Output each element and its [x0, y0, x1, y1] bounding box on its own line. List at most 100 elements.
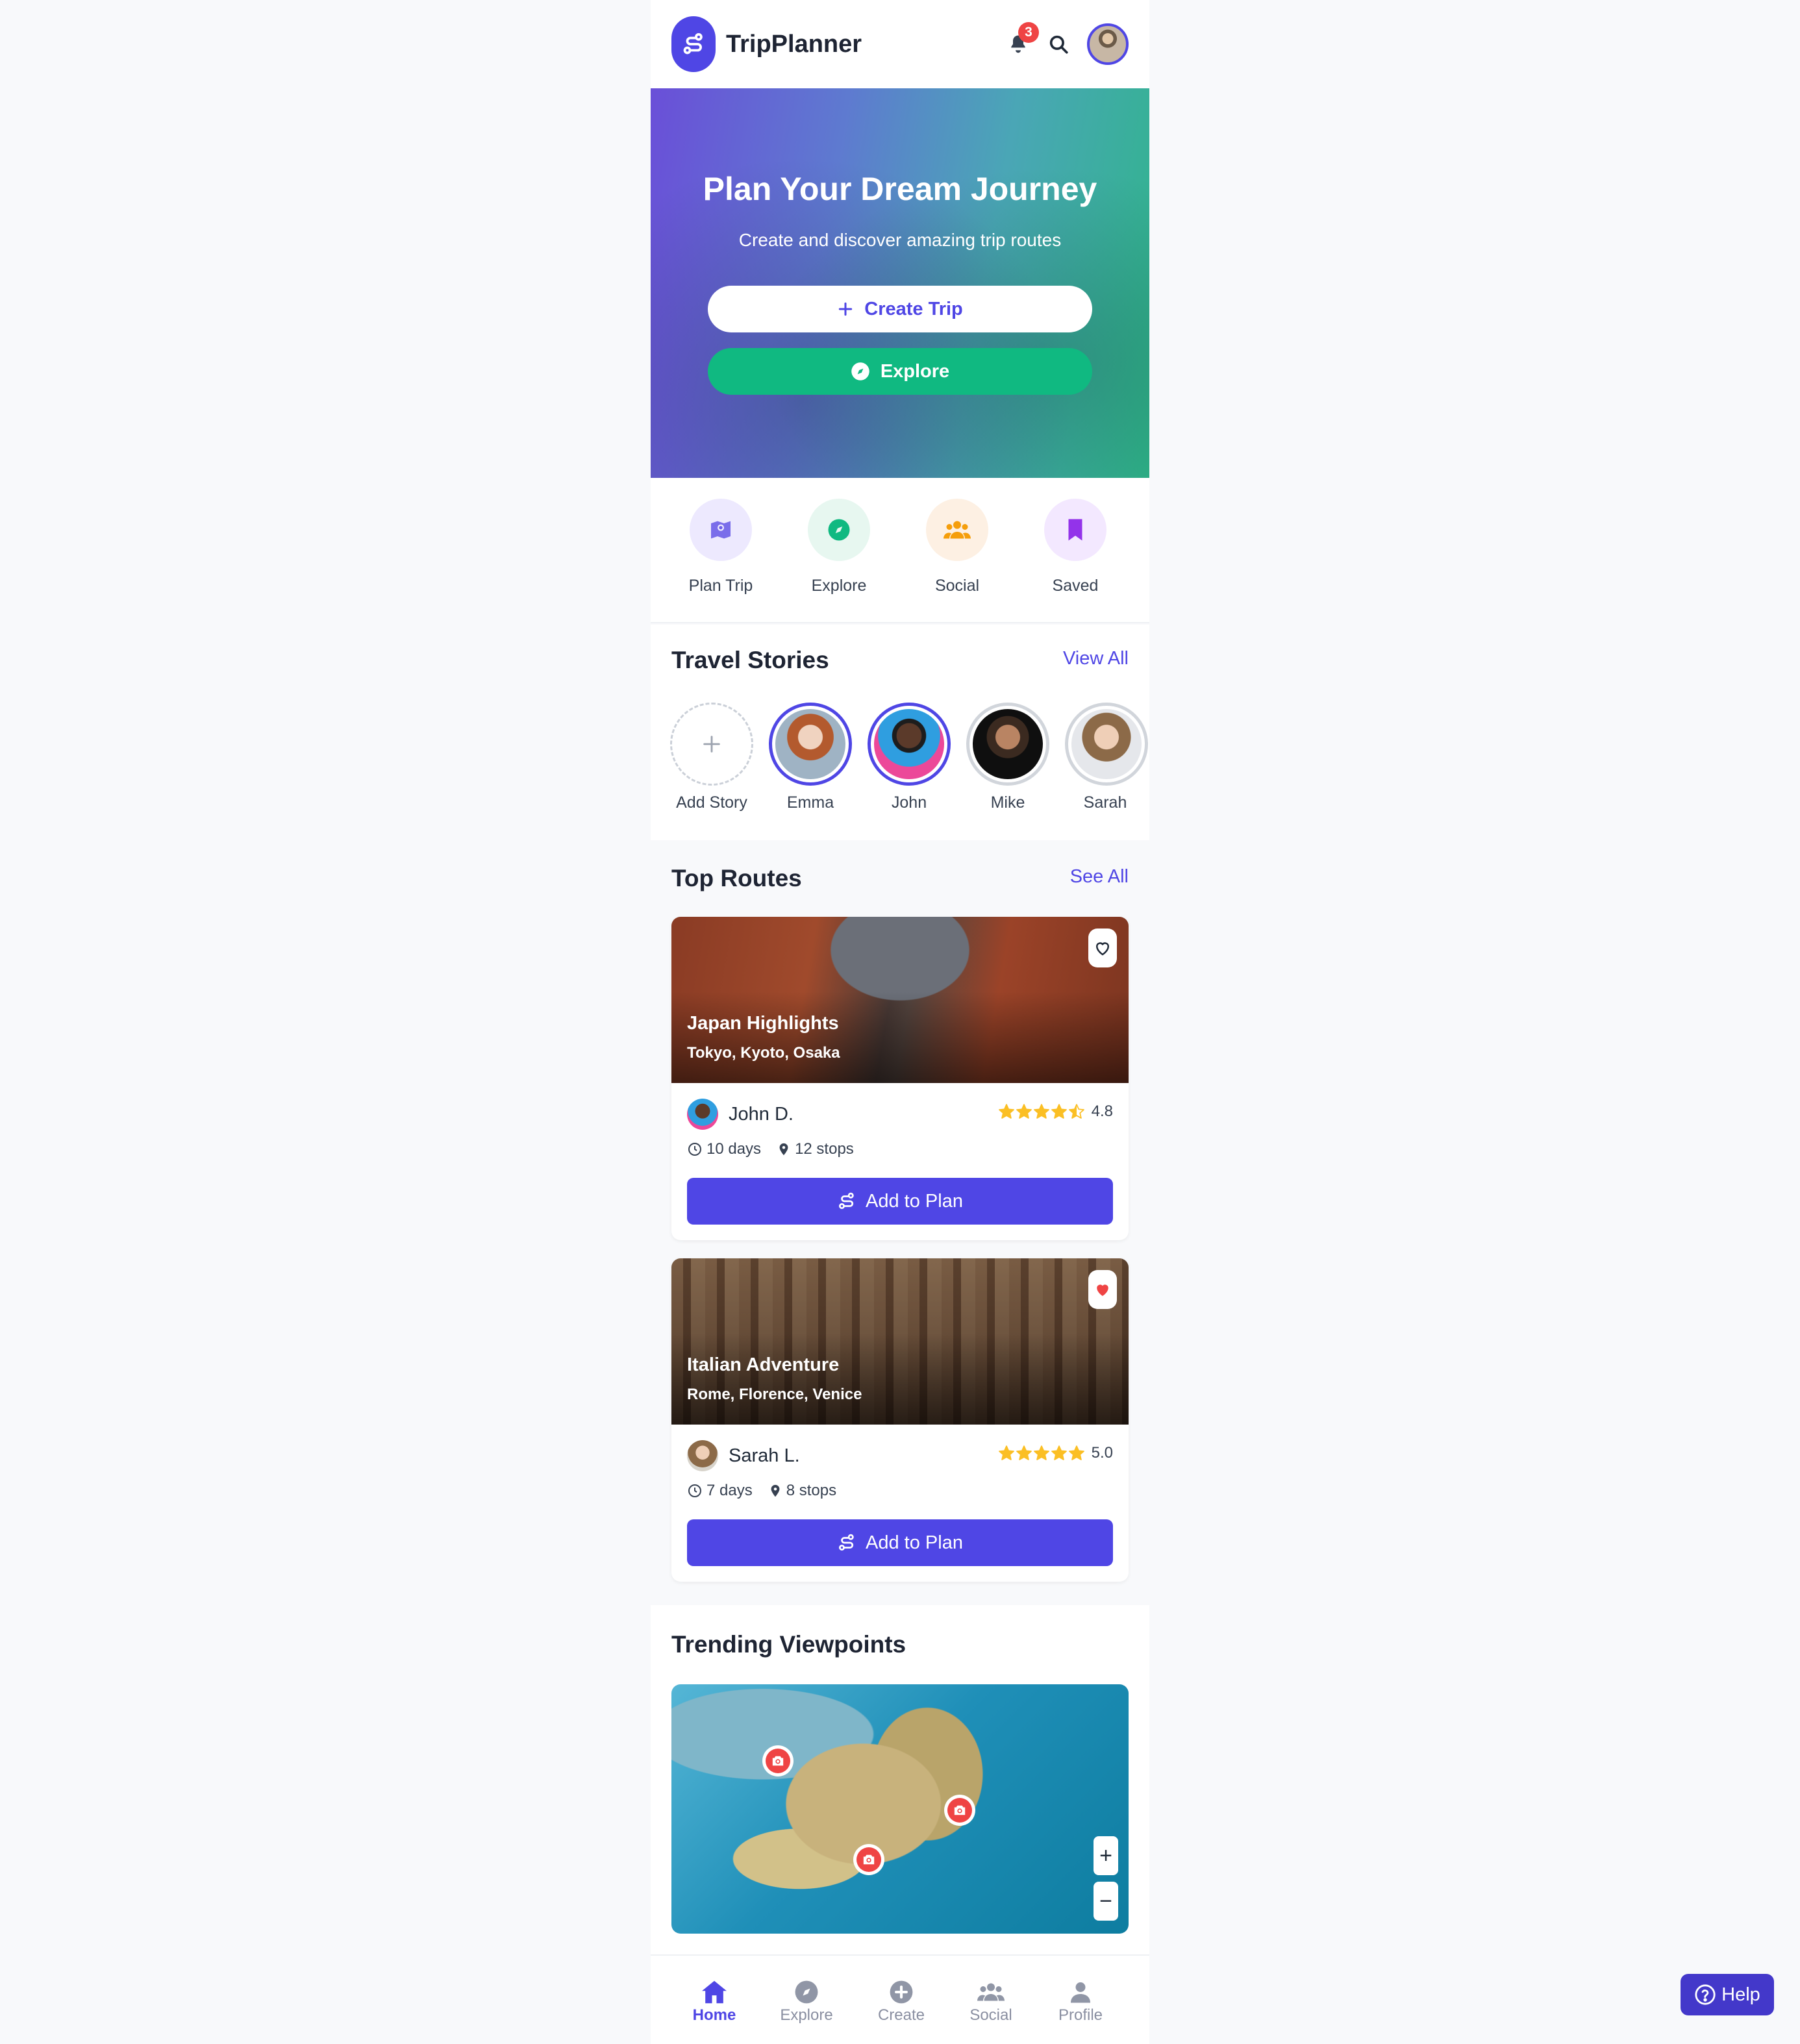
viewpoints-map[interactable]: + − — [671, 1684, 1129, 1934]
stops-text: 8 stops — [786, 1482, 837, 1499]
route-meta: 7 days 8 stops — [687, 1482, 852, 1500]
star-icon — [998, 1445, 1014, 1460]
viewpoint-pin[interactable] — [853, 1844, 884, 1875]
add-to-plan-button[interactable]: Add to Plan — [687, 1178, 1113, 1225]
star-icon — [1016, 1445, 1032, 1460]
quick-action-plan-trip[interactable]: Plan Trip — [669, 499, 773, 595]
author-avatar — [687, 1099, 718, 1130]
app-screen: TripPlanner 3 Plan Your Dream Journey Cr… — [651, 0, 1149, 2044]
help-icon — [1695, 1984, 1716, 2005]
plus-icon — [670, 703, 753, 786]
star-icon — [1068, 1445, 1084, 1460]
nav-profile[interactable]: Profile — [1042, 1978, 1119, 2025]
help-button[interactable]: Help — [1681, 1974, 1774, 2015]
star-icon — [1051, 1445, 1067, 1460]
add-to-plan-label: Add to Plan — [866, 1190, 963, 1212]
route-title: Japan Highlights — [687, 1013, 839, 1034]
nav-label: Explore — [780, 2006, 833, 2024]
story-item[interactable]: Sarah — [1061, 703, 1149, 812]
home-icon — [675, 1978, 753, 2006]
viewpoint-pin[interactable] — [944, 1795, 975, 1826]
author-avatar — [687, 1440, 718, 1471]
quick-action-social[interactable]: Social — [905, 499, 1009, 595]
duration-text: 10 days — [706, 1140, 762, 1158]
route-meta: 10 days 12 stops — [687, 1140, 869, 1158]
zoom-out-button[interactable]: − — [1094, 1882, 1118, 1921]
story-name: Mike — [990, 793, 1025, 812]
search-button[interactable] — [1044, 30, 1073, 58]
nav-social[interactable]: Social — [952, 1978, 1030, 2025]
view-all-link[interactable]: View All — [1063, 648, 1129, 669]
route-card[interactable]: Japan Highlights Tokyo, Kyoto, Osaka Joh… — [671, 917, 1129, 1240]
route-places: Rome, Florence, Venice — [687, 1386, 862, 1403]
app-title: TripPlanner — [726, 30, 862, 58]
route-title: Italian Adventure — [687, 1354, 840, 1375]
camera-icon — [856, 1847, 881, 1872]
author-name: Sarah L. — [729, 1445, 800, 1466]
header-actions: 3 — [1004, 22, 1129, 65]
story-name: Emma — [786, 793, 834, 812]
compass-icon — [851, 362, 870, 381]
plus-icon — [837, 301, 854, 318]
route-rating: 4.8 — [997, 1103, 1113, 1121]
quick-action-label: Explore — [811, 577, 867, 595]
zoom-in-button[interactable]: + — [1094, 1836, 1118, 1875]
route-author: John D. — [687, 1099, 794, 1130]
story-name: John — [891, 793, 927, 812]
story-item[interactable]: John — [864, 703, 955, 812]
story-item[interactable]: Mike — [962, 703, 1053, 812]
route-rating: 5.0 — [997, 1444, 1113, 1462]
compass-icon — [768, 1978, 845, 2006]
location-pin-icon — [771, 1484, 780, 1497]
add-to-plan-label: Add to Plan — [866, 1532, 963, 1553]
hero-subtitle: Create and discover amazing trip routes — [738, 230, 1062, 250]
user-icon — [1042, 1978, 1119, 2006]
nav-label: Social — [969, 2006, 1012, 2024]
nav-create[interactable]: Create — [862, 1978, 940, 2025]
users-icon — [952, 1978, 1030, 2006]
create-trip-label: Create Trip — [864, 298, 963, 319]
rating-value: 4.8 — [1091, 1103, 1113, 1120]
quick-actions: Plan Trip Explore Social Saved — [651, 478, 1149, 623]
plus-circle-icon — [862, 1978, 940, 2006]
bookmark-icon — [1044, 499, 1106, 561]
stops: 12 stops — [777, 1140, 854, 1158]
explore-button[interactable]: Explore — [708, 348, 1092, 395]
story-avatar — [772, 706, 849, 782]
clock-icon — [688, 1484, 701, 1497]
trending-viewpoints-section: Trending Viewpoints + − — [651, 1605, 1149, 1956]
story-name: Sarah — [1083, 793, 1127, 812]
see-all-link[interactable]: See All — [1070, 866, 1129, 888]
heart-filled-icon — [1097, 1284, 1108, 1296]
nav-explore[interactable]: Explore — [768, 1978, 845, 2025]
star-icon — [1051, 1104, 1067, 1119]
story-add[interactable]: Add Story — [666, 703, 757, 812]
quick-action-label: Social — [934, 577, 980, 595]
viewpoint-pin[interactable] — [762, 1745, 794, 1776]
route-card[interactable]: Italian Adventure Rome, Florence, Venice… — [671, 1258, 1129, 1582]
add-to-plan-button[interactable]: Add to Plan — [687, 1519, 1113, 1566]
create-trip-button[interactable]: Create Trip — [708, 286, 1092, 332]
clock-icon — [688, 1143, 701, 1156]
user-avatar[interactable] — [1087, 23, 1129, 65]
favorite-button[interactable] — [1088, 1270, 1117, 1309]
nav-home[interactable]: Home — [675, 1978, 753, 2025]
help-label: Help — [1721, 1984, 1760, 2005]
quick-action-explore[interactable]: Explore — [787, 499, 891, 595]
hero-title: Plan Your Dream Journey — [703, 171, 1097, 207]
notifications-button[interactable]: 3 — [1004, 22, 1039, 58]
nav-label: Home — [692, 2006, 736, 2024]
app-logo[interactable] — [671, 16, 716, 72]
route-places: Tokyo, Kyoto, Osaka — [687, 1044, 840, 1062]
duration: 7 days — [687, 1482, 753, 1500]
quick-action-saved[interactable]: Saved — [1023, 499, 1127, 595]
story-avatar — [969, 706, 1046, 782]
story-item[interactable]: Emma — [765, 703, 856, 812]
travel-stories-section: Travel Stories View All Add Story Emma J… — [651, 625, 1149, 840]
section-title: Trending Viewpoints — [671, 1631, 906, 1658]
search-icon — [1049, 35, 1068, 54]
favorite-button[interactable] — [1088, 929, 1117, 967]
author-name: John D. — [729, 1103, 794, 1125]
star-icon — [1033, 1445, 1049, 1460]
story-avatar — [871, 706, 947, 782]
